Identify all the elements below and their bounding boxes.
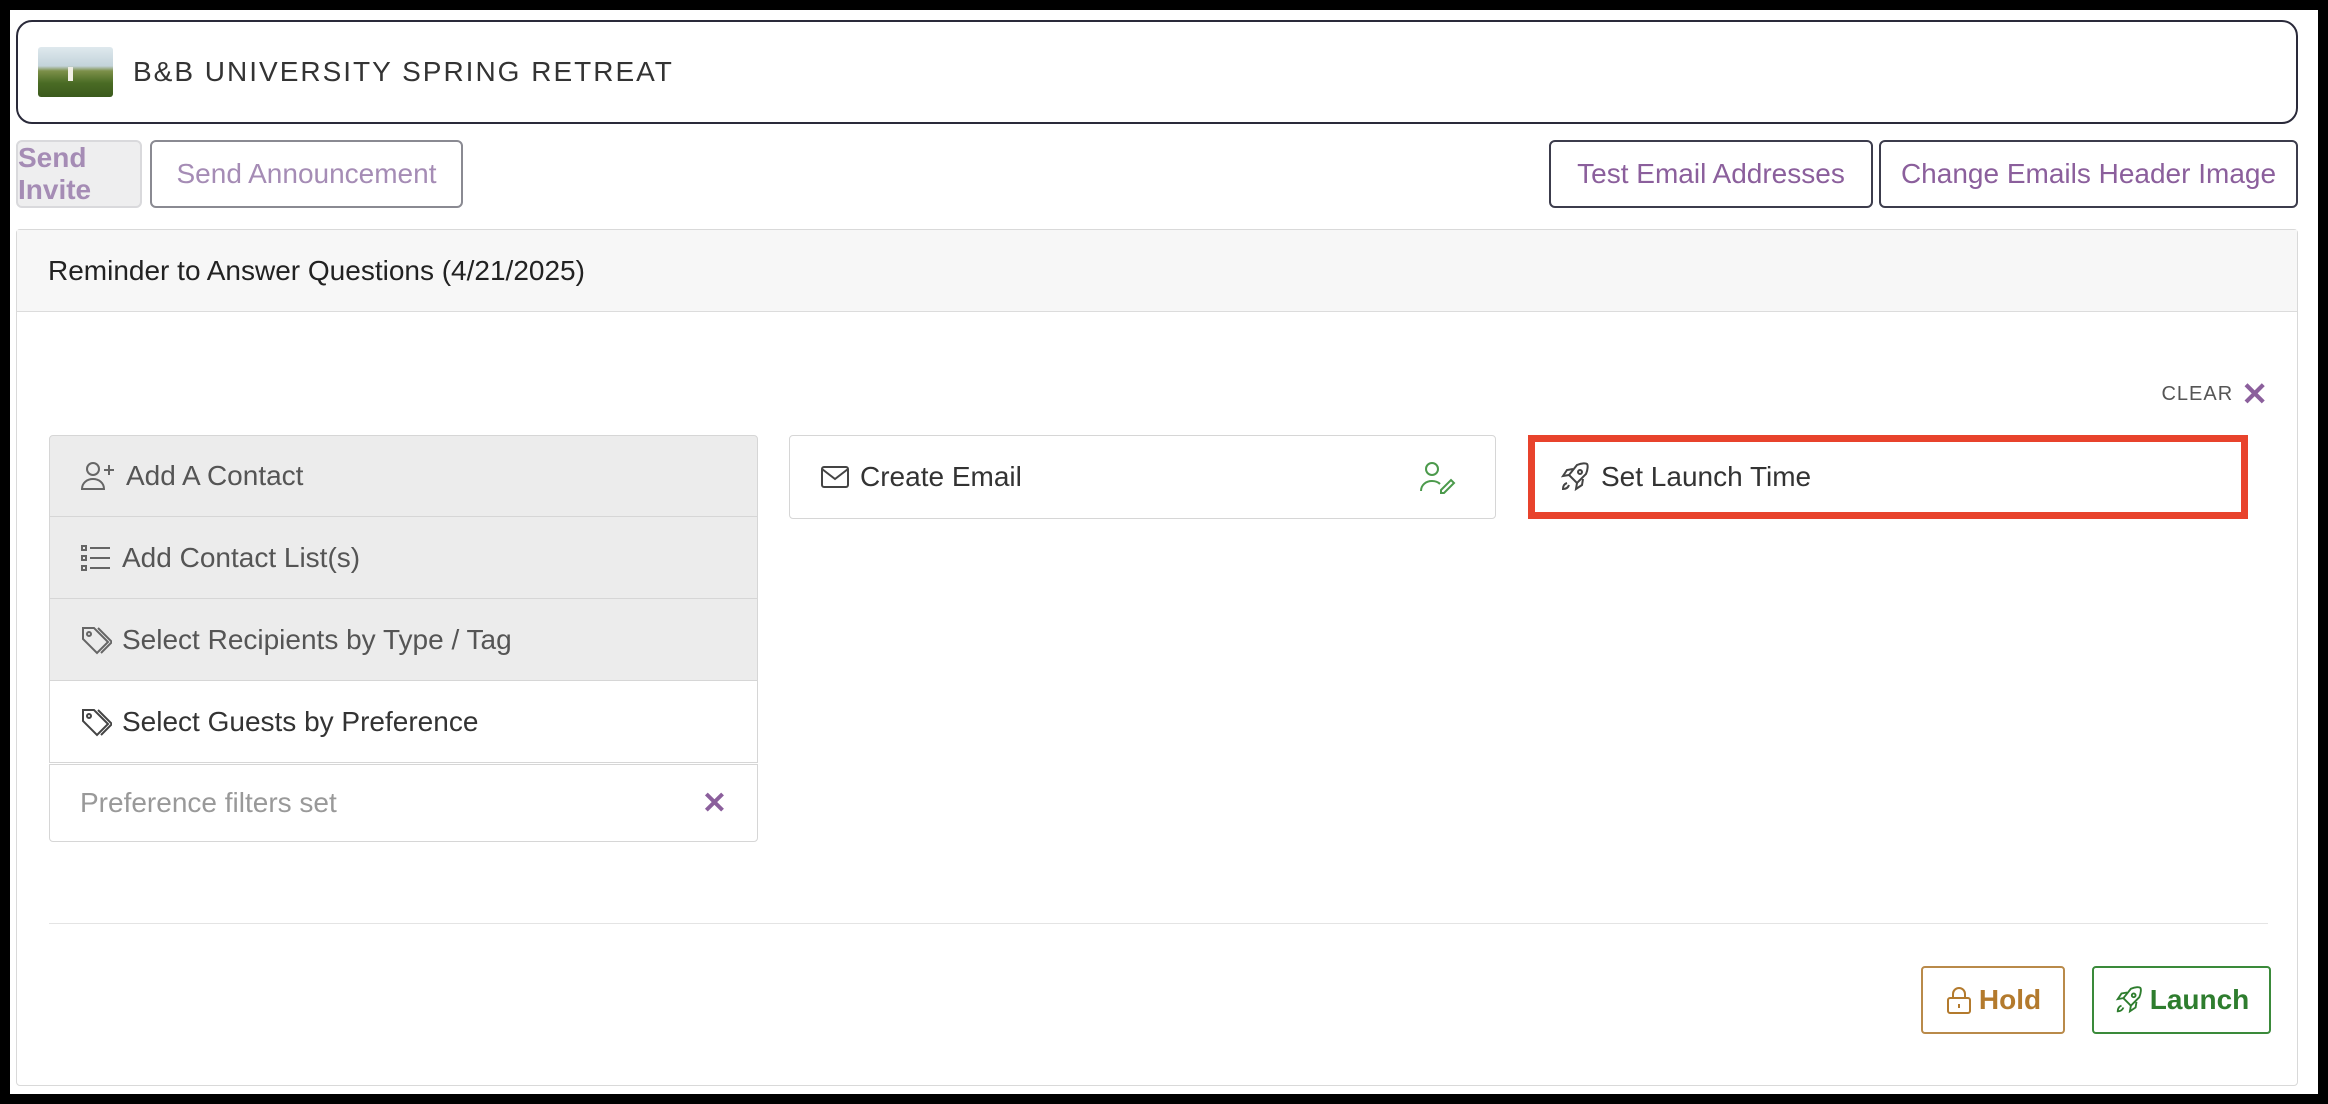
- panel-title: Reminder to Answer Questions (4/21/2025): [17, 230, 2297, 312]
- create-email-card[interactable]: Create Email: [789, 435, 1496, 519]
- clear-label: CLEAR: [2161, 382, 2234, 405]
- tag-icon: [82, 626, 112, 654]
- change-emails-header-image-button[interactable]: Change Emails Header Image: [1879, 140, 2298, 208]
- set-launch-time-label: Set Launch Time: [1601, 461, 1812, 492]
- add-contact-lists-item[interactable]: Add Contact List(s): [49, 517, 758, 599]
- select-recipients-by-type-label: Select Recipients by Type / Tag: [122, 623, 512, 655]
- event-header: B&B UNIVERSITY SPRING RETREAT: [16, 20, 2298, 124]
- panel-divider: [49, 923, 2268, 924]
- clear-filter-icon[interactable]: ✕: [702, 786, 727, 821]
- tag-icon: [82, 708, 112, 736]
- add-contact-label: Add A Contact: [126, 460, 304, 491]
- rocket-icon: [2115, 986, 2142, 1014]
- rocket-icon: [1560, 462, 1589, 492]
- select-guests-by-preference-item[interactable]: Select Guests by Preference: [49, 681, 758, 763]
- clear-button[interactable]: CLEAR ✕: [2161, 378, 2269, 410]
- test-email-addresses-button[interactable]: Test Email Addresses: [1549, 140, 1873, 208]
- preference-filter-field[interactable]: Preference filters set ✕: [49, 764, 758, 842]
- add-contact-lists-label: Add Contact List(s): [122, 541, 361, 573]
- preference-filter-text: Preference filters set: [80, 787, 337, 818]
- event-thumbnail: [38, 47, 113, 97]
- email-panel: Reminder to Answer Questions (4/21/2025)…: [16, 229, 2298, 1086]
- select-guests-by-preference-label: Select Guests by Preference: [122, 705, 479, 737]
- close-icon: ✕: [2241, 376, 2269, 412]
- send-invite-button[interactable]: Send Invite: [16, 140, 142, 208]
- launch-label: Launch: [2149, 984, 2250, 1015]
- hold-label: Hold: [1978, 984, 2042, 1015]
- hold-button[interactable]: Hold: [1921, 966, 2065, 1034]
- set-launch-time-card[interactable]: Set Launch Time: [1528, 435, 2248, 519]
- add-user-icon: [80, 462, 114, 490]
- lock-icon: [1946, 987, 1971, 1014]
- add-contact-item[interactable]: Add A Contact: [49, 435, 758, 517]
- app-frame: B&B UNIVERSITY SPRING RETREAT Send Invit…: [10, 10, 2318, 1094]
- send-announcement-button[interactable]: Send Announcement: [150, 140, 463, 208]
- select-recipients-by-type-item[interactable]: Select Recipients by Type / Tag: [49, 599, 758, 681]
- recipients-menu: Add A Contact Add Contact List(s) Select…: [49, 435, 758, 842]
- envelope-icon: [821, 466, 849, 488]
- event-title: B&B UNIVERSITY SPRING RETREAT: [133, 56, 674, 87]
- create-email-label: Create Email: [860, 461, 1022, 492]
- list-icon: [81, 544, 110, 571]
- launch-button[interactable]: Launch: [2092, 966, 2271, 1034]
- user-edit-icon: [1420, 462, 1456, 494]
